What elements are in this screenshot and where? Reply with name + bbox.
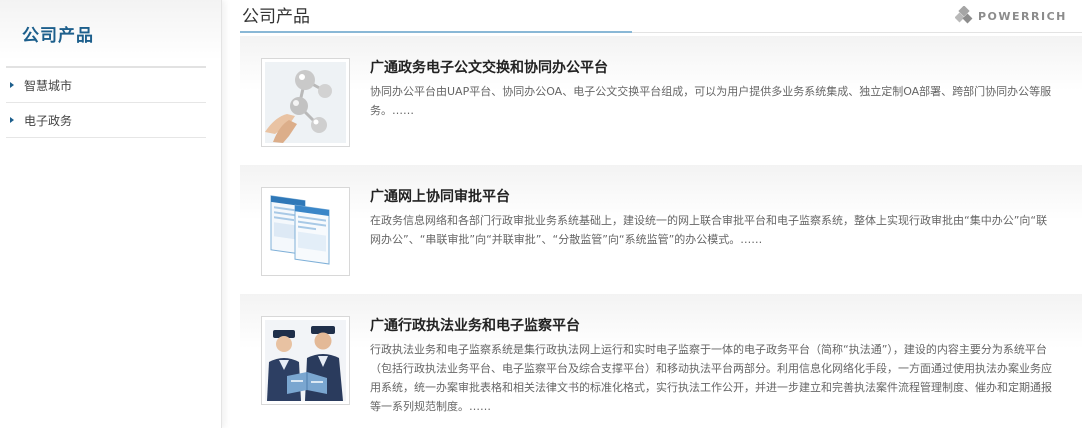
software-screenshot-image xyxy=(265,191,346,272)
sidebar: 公司产品 智慧城市 电子政务 xyxy=(0,0,222,428)
product-title[interactable]: 广通网上协同审批平台 xyxy=(370,186,510,206)
product-title[interactable]: 广通政务电子公文交换和协同办公平台 xyxy=(370,57,608,77)
product-item: 广通行政执法业务和电子监察平台 行政执法业务和电子监察系统是集行政执法网上运行和… xyxy=(240,294,1082,413)
sidebar-item-label: 电子政务 xyxy=(24,113,73,128)
sidebar-item-e-government[interactable]: 电子政务 xyxy=(6,103,206,138)
title-divider xyxy=(632,32,1082,33)
sidebar-item-smart-city[interactable]: 智慧城市 xyxy=(6,68,206,103)
sidebar-title: 公司产品 xyxy=(22,26,94,46)
product-description: 协同办公平台由UAP平台、协同办公OA、电子公文交换平台组成，可以为用户提供多业… xyxy=(370,85,1052,117)
powerrich-logo-icon xyxy=(955,6,973,24)
product-thumbnail[interactable] xyxy=(261,58,350,147)
triangle-right-icon xyxy=(10,82,14,88)
product-thumbnail[interactable] xyxy=(261,187,350,276)
page-title: 公司产品 xyxy=(242,7,310,27)
molecule-hand-image xyxy=(265,62,346,143)
sidebar-menu: 智慧城市 电子政务 xyxy=(6,68,206,138)
brand-logo[interactable]: POWERRICH xyxy=(955,6,1067,26)
product-title[interactable]: 广通行政执法业务和电子监察平台 xyxy=(370,315,580,335)
title-underline xyxy=(240,31,632,33)
officers-image xyxy=(265,320,346,401)
product-description: 在政务信息网络和各部门行政审批业务系统基础上，建设统一的网上联合审批平台和电子监… xyxy=(370,214,1048,246)
product-item: 广通政务电子公文交换和协同办公平台 协同办公平台由UAP平台、协同办公OA、电子… xyxy=(240,36,1082,154)
product-item: 广通网上协同审批平台 在政务信息网络和各部门行政审批业务系统基础上，建设统一的网… xyxy=(240,165,1082,283)
brand-name: POWERRICH xyxy=(978,9,1067,23)
product-thumbnail[interactable] xyxy=(261,316,350,405)
product-description: 行政执法业务和电子监察系统是集行政执法网上运行和实时电子监察于一体的电子政务平台… xyxy=(370,343,1052,413)
triangle-right-icon xyxy=(10,117,14,123)
sidebar-item-label: 智慧城市 xyxy=(24,78,73,93)
